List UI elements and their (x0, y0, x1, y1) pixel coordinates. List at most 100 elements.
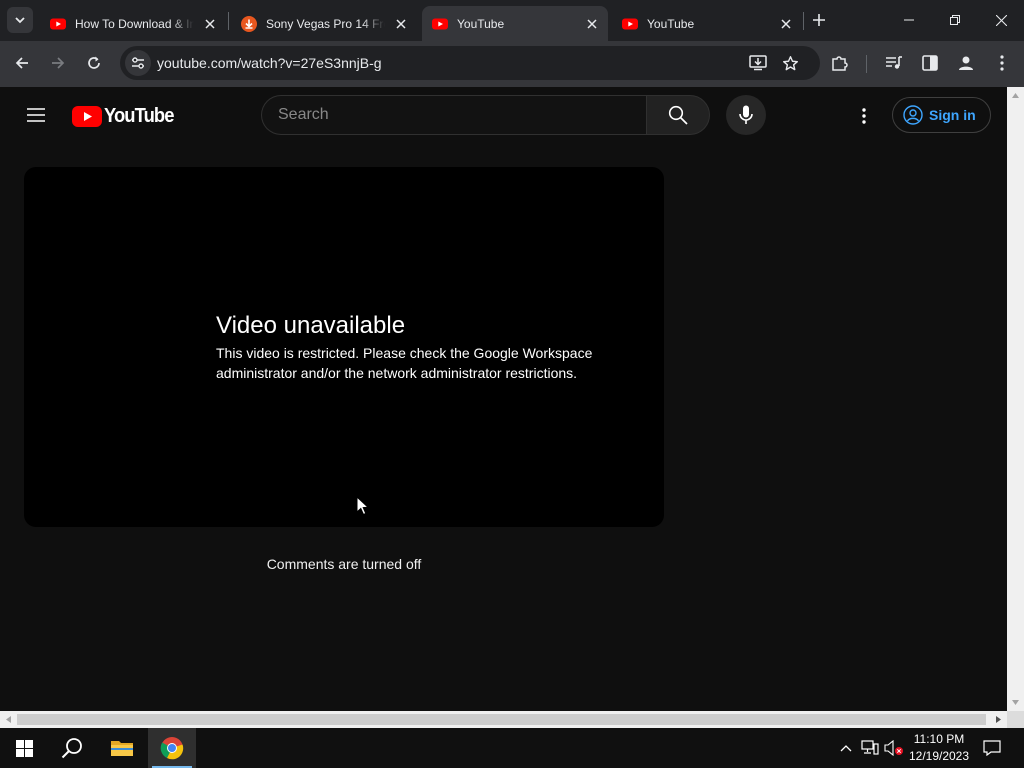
tab-youtube-active[interactable]: YouTube (422, 6, 608, 41)
browser-toolbar: youtube.com/watch?v=27eS3nnjB-g (0, 41, 1024, 87)
action-center-button[interactable] (982, 738, 1002, 758)
media-control-button[interactable] (879, 48, 909, 78)
extensions-button[interactable] (825, 48, 855, 78)
restore-icon (950, 15, 960, 25)
download-favicon-icon (241, 15, 257, 32)
chevron-down-icon (15, 17, 25, 24)
tab-how-to-download[interactable]: How To Download & Install (40, 6, 226, 41)
chevron-up-icon (840, 745, 852, 752)
install-icon (749, 55, 767, 71)
network-icon (861, 740, 879, 755)
youtube-play-logo-icon (72, 105, 102, 127)
scrollbar-corner (1007, 711, 1024, 728)
search-box (261, 95, 646, 135)
taskbar-chrome-button[interactable] (148, 728, 196, 768)
browser-tab-strip: How To Download & Install Sony Vegas Pro… (0, 0, 1024, 41)
youtube-favicon-icon (622, 18, 638, 29)
media-queue-icon (886, 56, 902, 69)
reload-icon (88, 56, 100, 69)
tab-title: Sony Vegas Pro 14 Free (266, 16, 385, 31)
clock-date: 12/19/2023 (908, 749, 970, 763)
arrow-left-icon (6, 716, 11, 723)
restore-button[interactable] (932, 0, 978, 40)
arrow-right-icon (52, 57, 65, 69)
vertical-scrollbar[interactable] (1007, 87, 1024, 711)
system-clock[interactable]: 11:10 PM 12/19/2023 (904, 731, 974, 765)
minimize-button[interactable] (886, 0, 932, 40)
scroll-thumb[interactable] (17, 714, 986, 725)
profile-button[interactable] (951, 48, 981, 78)
new-tab-button[interactable] (807, 8, 831, 32)
arrow-down-icon (1012, 700, 1019, 705)
account-icon (959, 56, 973, 70)
youtube-favicon-icon (432, 18, 448, 29)
video-player[interactable]: Video unavailable This video is restrict… (24, 167, 664, 527)
windows-taskbar: 11:10 PM 12/19/2023 (0, 728, 1024, 768)
puzzle-icon (832, 56, 848, 71)
close-window-button[interactable] (978, 0, 1024, 40)
scroll-right-arrow[interactable] (990, 711, 1007, 728)
network-button[interactable] (860, 738, 880, 758)
tab-youtube[interactable]: YouTube (612, 6, 802, 41)
tune-icon (132, 57, 144, 69)
browser-menu-button[interactable] (987, 48, 1017, 78)
guide-menu-button[interactable] (22, 103, 50, 127)
search-button[interactable] (646, 95, 710, 135)
close-icon (995, 14, 1007, 26)
file-explorer-button[interactable] (98, 728, 146, 768)
tab-title: How To Download & Install (75, 16, 194, 31)
clock-time: 11:10 PM (913, 732, 965, 746)
microphone-icon (739, 105, 753, 124)
account-circle-icon (903, 105, 923, 125)
arrow-up-icon (1012, 93, 1019, 98)
bookmark-button[interactable] (778, 51, 802, 75)
install-app-button[interactable] (746, 51, 770, 75)
show-hidden-icons-button[interactable] (836, 738, 856, 758)
search-icon (61, 738, 82, 759)
taskbar-search-button[interactable] (48, 728, 96, 768)
tab-sony-vegas[interactable]: Sony Vegas Pro 14 Free (231, 6, 417, 41)
youtube-logo[interactable]: YouTube (72, 105, 180, 127)
arrow-right-icon (996, 716, 1001, 723)
mouse-cursor-icon (356, 496, 369, 516)
comments-status: Comments are turned off (266, 556, 422, 572)
tab-close-icon[interactable] (582, 14, 602, 34)
tab-close-icon[interactable] (200, 14, 220, 34)
side-panel-button[interactable] (915, 48, 945, 78)
start-button[interactable] (0, 728, 48, 768)
sign-in-label: Sign in (929, 107, 976, 123)
search-icon (668, 105, 688, 125)
tab-close-icon[interactable] (391, 14, 411, 34)
search-input[interactable] (278, 105, 628, 125)
star-icon (782, 55, 798, 70)
hamburger-icon (27, 108, 45, 122)
settings-menu-button[interactable] (851, 103, 877, 129)
site-info-button[interactable] (125, 50, 151, 76)
error-message: This video is restricted. Please check t… (216, 345, 593, 381)
back-button[interactable] (7, 48, 37, 78)
side-panel-icon (922, 55, 938, 71)
tab-search-button[interactable] (7, 7, 33, 33)
error-title: Video unavailable (216, 312, 406, 339)
notification-icon (983, 740, 1001, 756)
arrow-left-icon (15, 57, 28, 69)
reload-button[interactable] (79, 48, 109, 78)
plus-icon (813, 14, 825, 26)
sign-in-button[interactable]: Sign in (892, 97, 991, 133)
tab-separator (803, 12, 804, 30)
more-vert-icon (862, 108, 866, 124)
voice-search-button[interactable] (726, 95, 766, 135)
scroll-down-arrow[interactable] (1007, 694, 1024, 711)
scroll-left-arrow[interactable] (0, 711, 17, 728)
youtube-page: YouTube Sign in Video unavailable This v… (0, 87, 1007, 711)
url-text[interactable]: youtube.com/watch?v=27eS3nnjB-g (157, 55, 382, 71)
horizontal-scrollbar[interactable] (0, 711, 1007, 728)
tab-title: YouTube (457, 16, 505, 31)
address-bar[interactable]: youtube.com/watch?v=27eS3nnjB-g (120, 46, 820, 80)
forward-button[interactable] (43, 48, 73, 78)
minimize-icon (904, 19, 914, 21)
youtube-wordmark: YouTube (104, 104, 174, 127)
volume-button[interactable] (884, 738, 904, 758)
tab-close-icon[interactable] (776, 14, 796, 34)
scroll-up-arrow[interactable] (1007, 87, 1024, 104)
